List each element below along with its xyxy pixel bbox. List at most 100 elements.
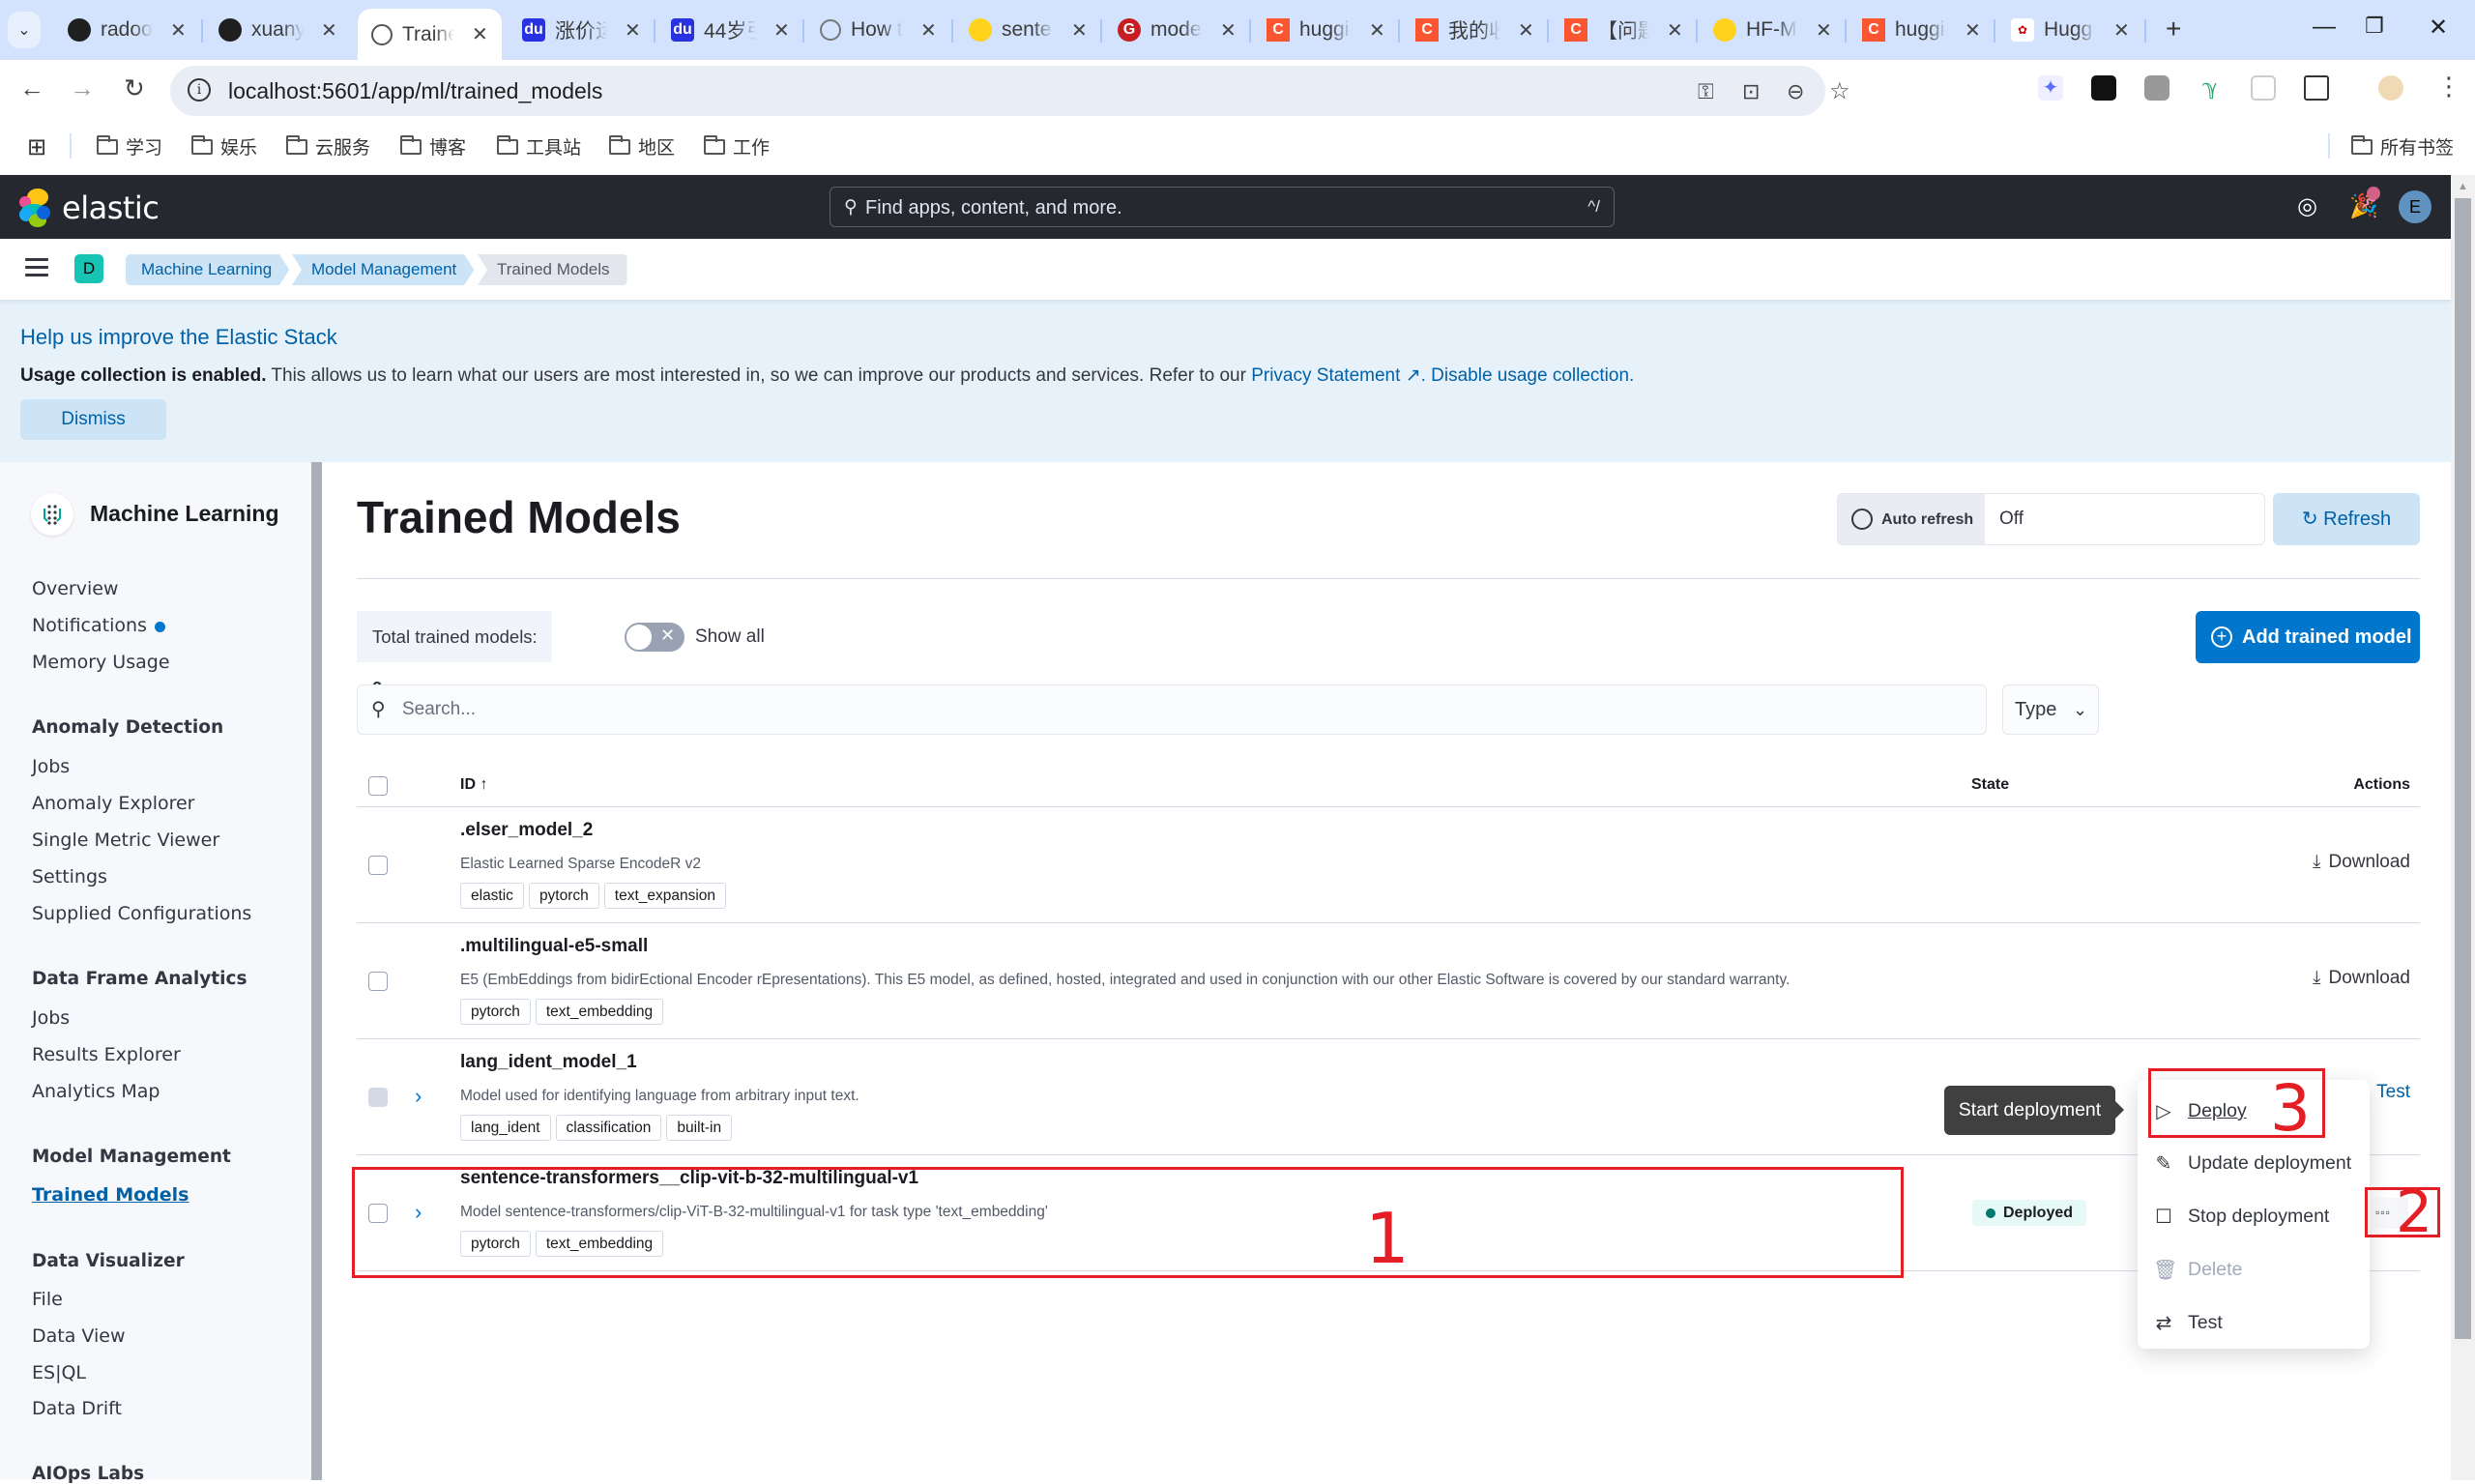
bookmark-folder[interactable]: 地区 xyxy=(609,133,675,160)
sidebar-item-settings[interactable]: Settings xyxy=(32,866,107,887)
close-tab-icon[interactable]: ✕ xyxy=(1667,18,1683,43)
restore-button[interactable]: ❐ xyxy=(2365,14,2384,39)
close-tab-icon[interactable]: ✕ xyxy=(1816,18,1832,43)
all-bookmarks-folder[interactable]: 所有书签 xyxy=(2351,133,2454,160)
space-selector[interactable]: D xyxy=(74,254,103,283)
close-tab-icon[interactable]: ✕ xyxy=(920,18,937,43)
disable-usage-collection-link[interactable]: Disable usage collection. xyxy=(1431,365,1634,386)
profile-avatar[interactable] xyxy=(2378,75,2403,101)
translate-icon[interactable]: ⊡ xyxy=(1742,79,1760,104)
extension-icon[interactable]: ℽ xyxy=(2198,75,2223,101)
row-checkbox[interactable] xyxy=(368,972,388,991)
browser-tab[interactable]: How t ✕ xyxy=(820,12,937,48)
bookmark-star-icon[interactable]: ☆ xyxy=(1829,77,1850,105)
bookmark-folder[interactable]: 工具站 xyxy=(497,133,581,160)
select-all-checkbox[interactable] xyxy=(368,776,388,796)
browser-tab[interactable]: C huggi ✕ xyxy=(1862,12,1981,48)
menu-item-update-deployment[interactable]: ✎ Update deployment xyxy=(2153,1151,2352,1176)
close-tab-icon[interactable]: ✕ xyxy=(2113,18,2130,43)
zoom-icon[interactable]: ⊖ xyxy=(1787,79,1804,104)
row-checkbox[interactable] xyxy=(368,1204,388,1223)
search-input[interactable] xyxy=(402,695,1949,724)
close-tab-icon[interactable]: ✕ xyxy=(472,22,488,46)
browser-menu-icon[interactable]: ⋮ xyxy=(2436,72,2461,102)
browser-tab[interactable]: ✿ Hugg ✕ xyxy=(2011,12,2130,48)
close-tab-icon[interactable]: ✕ xyxy=(1518,18,1534,43)
extension-icon[interactable]: ✦ xyxy=(2038,75,2063,101)
browser-tab[interactable]: C 【问题 ✕ xyxy=(1564,12,1683,48)
sidebar-item-data-drift[interactable]: Data Drift xyxy=(32,1398,122,1419)
forward-button[interactable]: → xyxy=(70,73,95,103)
help-lifebuoy-icon[interactable]: ◎ xyxy=(2297,192,2317,220)
menu-item-deploy[interactable]: ▷ Deploy xyxy=(2153,1099,2246,1123)
browser-tab[interactable]: C 我的收 ✕ xyxy=(1415,12,1534,48)
close-tab-icon[interactable]: ✕ xyxy=(1369,18,1385,43)
back-button[interactable]: ← xyxy=(19,73,44,103)
type-filter-button[interactable]: Type ⌄ xyxy=(2002,684,2099,735)
close-tab-icon[interactable]: ✕ xyxy=(1071,18,1088,43)
dismiss-button[interactable]: Dismiss xyxy=(20,399,166,440)
show-all-toggle[interactable]: ✕ xyxy=(625,623,684,652)
close-tab-icon[interactable]: ✕ xyxy=(625,18,641,43)
new-tab-button[interactable]: + xyxy=(2166,14,2181,44)
extensions-puzzle-icon[interactable] xyxy=(2304,75,2329,101)
browser-tab[interactable]: G mode ✕ xyxy=(1118,12,1237,48)
sidebar-item-file[interactable]: File xyxy=(32,1289,63,1310)
sidebar-item-esql[interactable]: ES|QL xyxy=(32,1362,86,1383)
test-model-link[interactable]: Test xyxy=(2376,1082,2410,1103)
browser-tab[interactable]: C huggi ✕ xyxy=(1267,12,1385,48)
sidebar-item-dfa-jobs[interactable]: Jobs xyxy=(32,1007,70,1029)
auto-refresh-control[interactable]: Auto refresh Off xyxy=(1837,493,2265,545)
user-avatar[interactable]: E xyxy=(2399,190,2431,223)
sidebar-item-notifications[interactable]: Notifications xyxy=(32,615,147,636)
extension-icon[interactable] xyxy=(2091,75,2116,101)
browser-tab[interactable]: xuany ✕ xyxy=(218,12,337,48)
scrollbar-thumb[interactable] xyxy=(2455,198,2471,1339)
sidebar-item-data-view[interactable]: Data View xyxy=(32,1325,126,1347)
breadcrumb-machine-learning[interactable]: Machine Learning xyxy=(126,254,289,285)
browser-tab[interactable]: du 44岁引 ✕ xyxy=(671,12,790,48)
sidebar-item-results-explorer[interactable]: Results Explorer xyxy=(32,1044,181,1065)
close-tab-icon[interactable]: ✕ xyxy=(1965,18,1981,43)
bookmark-folder[interactable]: 娱乐 xyxy=(191,133,257,160)
menu-toggle-icon[interactable] xyxy=(25,258,48,277)
refresh-button[interactable]: ↻ Refresh xyxy=(2273,493,2420,545)
sidebar-item-overview[interactable]: Overview xyxy=(32,578,118,599)
menu-item-stop-deployment[interactable]: ☐ Stop deployment xyxy=(2153,1205,2329,1229)
sidebar-item-single-metric-viewer[interactable]: Single Metric Viewer xyxy=(32,829,219,851)
bookmark-folder[interactable]: 工作 xyxy=(704,133,770,160)
password-key-icon[interactable]: ⚿ xyxy=(1698,79,1714,104)
sidebar-item-supplied-configurations[interactable]: Supplied Configurations xyxy=(32,903,251,924)
bookmark-folder[interactable]: 云服务 xyxy=(286,133,370,160)
global-search-input[interactable]: ⚲ Find apps, content, and more. ^/ xyxy=(830,187,1615,227)
bookmark-folder[interactable]: 博客 xyxy=(400,133,466,160)
camera-extension-icon[interactable] xyxy=(2144,75,2169,101)
model-search[interactable]: ⚲ xyxy=(357,684,1987,735)
browser-tab-active[interactable]: Traine ✕ xyxy=(358,9,502,60)
download-button[interactable]: ⤓ Download xyxy=(2313,852,2410,873)
close-tab-icon[interactable]: ✕ xyxy=(773,18,790,43)
privacy-statement-link[interactable]: Privacy Statement xyxy=(1251,365,1400,386)
row-checkbox[interactable] xyxy=(368,856,388,875)
expand-row-chevron-icon[interactable]: › xyxy=(415,1084,422,1109)
address-bar[interactable]: i localhost:5601/app/ml/trained_models ⚿… xyxy=(170,66,1850,116)
add-trained-model-button[interactable]: + Add trained model xyxy=(2196,611,2420,663)
elastic-logo[interactable]: elastic xyxy=(19,189,160,227)
close-tab-icon[interactable]: ✕ xyxy=(321,18,337,43)
sidebar-item-analytics-map[interactable]: Analytics Map xyxy=(32,1081,160,1102)
browser-tab[interactable]: sente ✕ xyxy=(969,12,1088,48)
auto-refresh-value[interactable]: Off xyxy=(1999,509,2024,530)
download-button[interactable]: ⤓ Download xyxy=(2313,968,2410,989)
browser-tab[interactable]: du 涨价运 ✕ xyxy=(522,12,641,48)
browser-tab[interactable]: HF-M ✕ xyxy=(1713,12,1832,48)
sidebar-item-ad-jobs[interactable]: Jobs xyxy=(32,756,70,777)
sidebar-item-memory-usage[interactable]: Memory Usage xyxy=(32,652,170,673)
expand-row-chevron-icon[interactable]: › xyxy=(415,1200,422,1225)
minimize-button[interactable]: — xyxy=(2313,14,2336,41)
page-scrollbar[interactable]: ▲ xyxy=(2451,175,2475,1480)
menu-item-test[interactable]: ⇄ Test xyxy=(2153,1311,2223,1335)
browser-tab[interactable]: radoo ✕ xyxy=(68,12,187,48)
bookmark-folder[interactable]: 学习 xyxy=(97,133,162,160)
extension-icon[interactable] xyxy=(2251,75,2276,101)
scroll-up-arrow-icon[interactable]: ▲ xyxy=(2458,181,2468,192)
